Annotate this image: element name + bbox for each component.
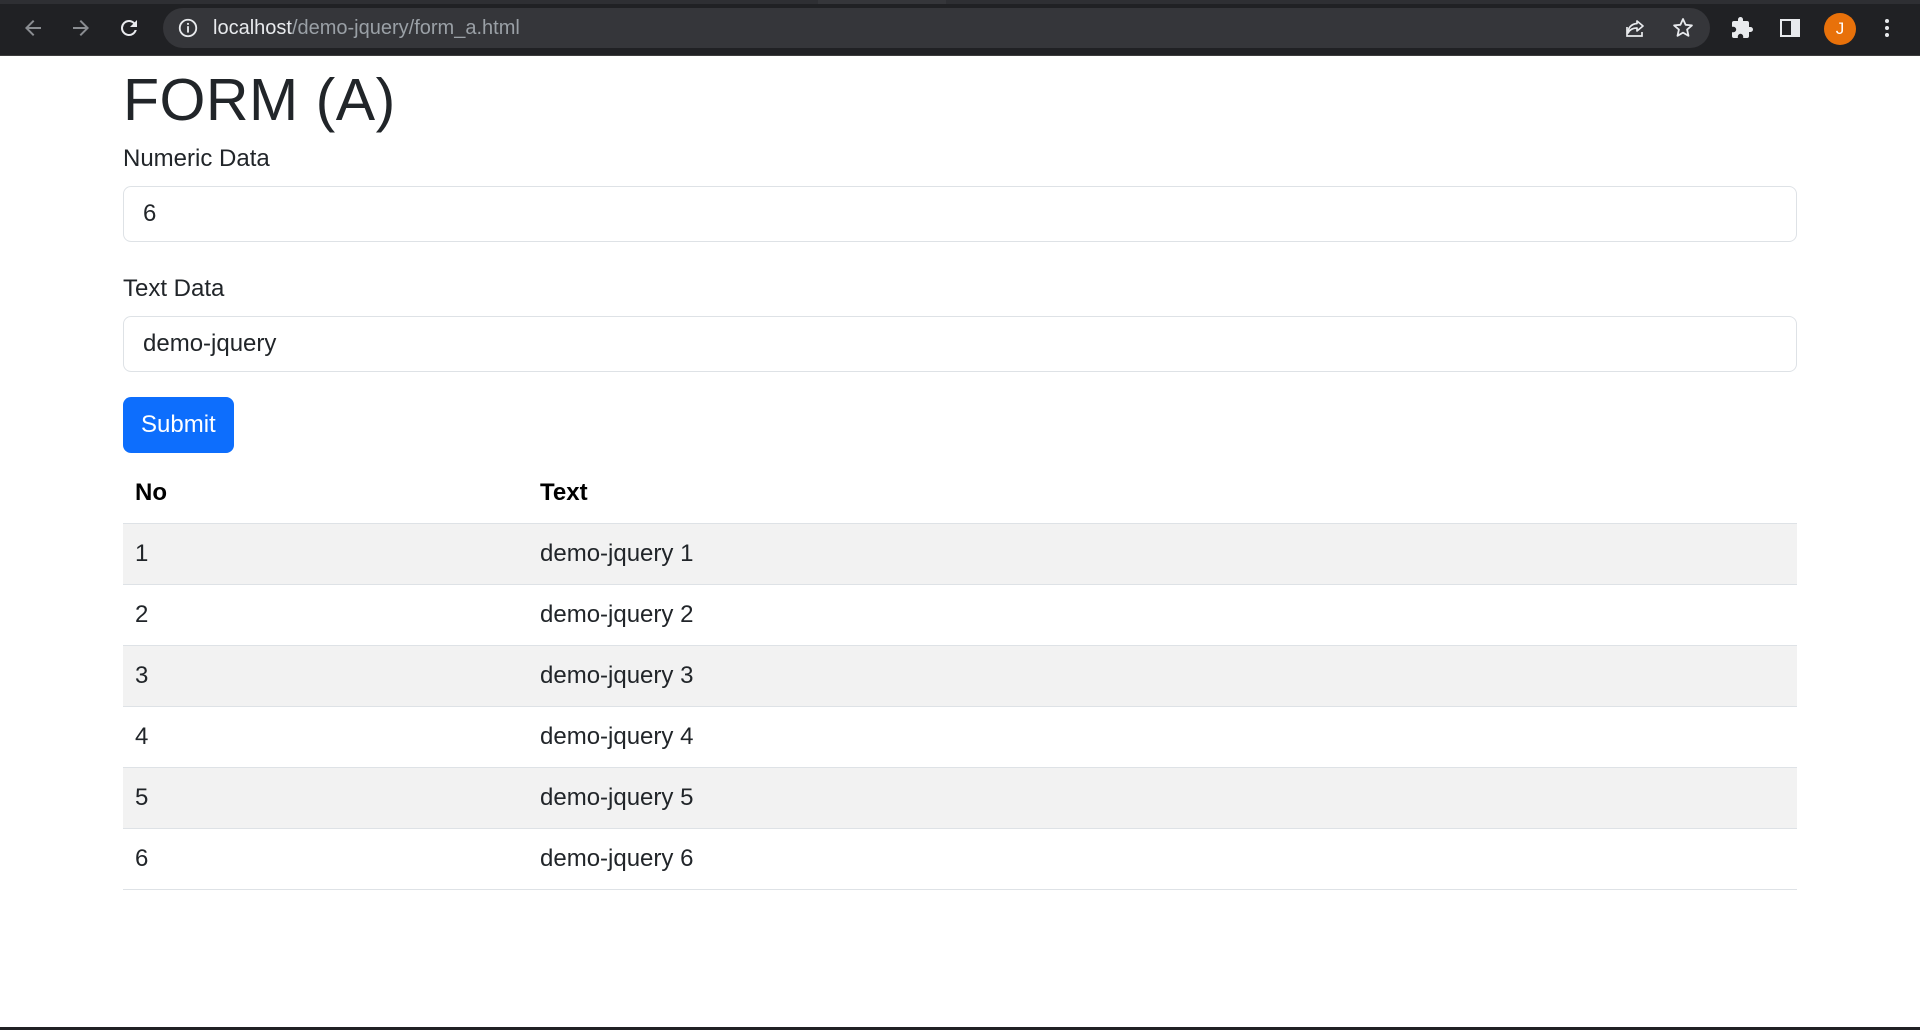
row-text: demo-jquery 2 — [528, 584, 1797, 646]
share-icon[interactable] — [1623, 16, 1647, 40]
star-icon[interactable] — [1671, 16, 1695, 40]
page-title: FORM (A) — [123, 67, 396, 133]
active-tab-indicator[interactable] — [818, 0, 946, 4]
row-number: 5 — [123, 767, 528, 829]
row-number: 6 — [123, 828, 528, 890]
numeric-data-input[interactable]: 6 — [123, 186, 1797, 242]
row-number: 1 — [123, 523, 528, 585]
table-row: 1 demo-jquery 1 — [123, 523, 1797, 585]
arrow-right-icon — [73, 20, 89, 36]
arrow-left-icon — [25, 20, 41, 36]
puzzle-icon — [1732, 17, 1753, 38]
text-data-input[interactable]: demo-jquery — [123, 316, 1797, 372]
reload-icon — [121, 19, 137, 36]
side-panel-button[interactable] — [1776, 14, 1804, 42]
reload-button[interactable] — [113, 12, 145, 44]
row-number: 4 — [123, 706, 528, 768]
row-text: demo-jquery 1 — [528, 523, 1797, 585]
row-text: demo-jquery 3 — [528, 645, 1797, 707]
text-data-label: Text Data — [123, 275, 225, 302]
url-host: localhost — [213, 17, 292, 39]
page-content: FORM (A) Numeric Data 6 Text Data demo-j… — [123, 56, 1797, 890]
column-header-no: No — [123, 463, 528, 524]
table-row: 3 demo-jquery 3 — [123, 645, 1797, 707]
table-row: 6 demo-jquery 6 — [123, 828, 1797, 890]
url-text[interactable]: localhost/demo-jquery/form_a.html — [213, 17, 520, 39]
back-button[interactable] — [17, 12, 49, 44]
extensions-button[interactable] — [1728, 14, 1756, 42]
kebab-menu-icon — [1885, 19, 1889, 37]
table-row: 4 demo-jquery 4 — [123, 706, 1797, 768]
browser-toolbar: localhost/demo-jquery/form_a.html J — [0, 0, 1920, 56]
address-bar[interactable]: localhost/demo-jquery/form_a.html — [163, 8, 1710, 48]
table-header-row: No Text — [123, 463, 1797, 524]
side-panel-icon — [1780, 19, 1800, 37]
tab-strip — [0, 0, 1920, 4]
row-number: 2 — [123, 584, 528, 646]
row-text: demo-jquery 5 — [528, 767, 1797, 829]
browser-menu-button[interactable] — [1873, 14, 1901, 42]
row-text: demo-jquery 6 — [528, 828, 1797, 890]
url-path: /demo-jquery/form_a.html — [291, 17, 520, 39]
info-icon[interactable] — [177, 17, 199, 39]
forward-button[interactable] — [65, 12, 97, 44]
profile-avatar[interactable]: J — [1824, 13, 1856, 45]
numeric-data-label: Numeric Data — [123, 145, 270, 172]
data-table: No Text 1 demo-jquery 1 2 demo-jquery 2 … — [123, 463, 1797, 890]
table-row: 5 demo-jquery 5 — [123, 767, 1797, 829]
row-number: 3 — [123, 645, 528, 707]
submit-button[interactable]: Submit — [123, 397, 234, 453]
table-row: 2 demo-jquery 2 — [123, 584, 1797, 646]
row-text: demo-jquery 4 — [528, 706, 1797, 768]
column-header-text: Text — [528, 463, 1797, 524]
